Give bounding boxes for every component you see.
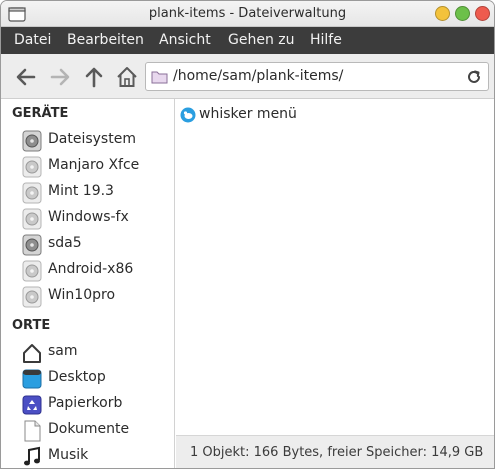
sidebar-item-win10pro[interactable]: Win10pro	[1, 284, 174, 310]
title-bar[interactable]: plank-items - Dateiverwaltung	[1, 1, 494, 27]
window-title: plank-items - Dateiverwaltung	[148, 6, 347, 21]
menu-bearbeiten[interactable]: Bearbeiten	[67, 32, 144, 48]
sidebar-item-label: Windows-fx	[48, 209, 129, 225]
file-label: whisker menü	[199, 106, 297, 122]
sidebar-item-dateisystem[interactable]: Dateisystem	[1, 128, 174, 154]
sidebar-item-android-x86[interactable]: Android-x86	[1, 258, 174, 284]
file-manager-window: plank-items - Dateiverwaltung Datei Bear…	[0, 0, 495, 469]
folder-icon	[151, 71, 168, 84]
drive-icon	[22, 208, 42, 230]
close-button[interactable]	[475, 6, 490, 21]
drive-icon	[22, 130, 42, 152]
menu-gehen-zu[interactable]: Gehen zu	[228, 32, 295, 48]
sidebar-item-label: Musik	[48, 447, 89, 463]
sidebar-item-label: sam	[48, 343, 78, 359]
toolbar: /home/sam/plank-items/	[1, 54, 494, 99]
sidebar-item-label: Android-x86	[48, 261, 134, 277]
devices-heading: GERÄTE	[12, 106, 69, 121]
sidebar: GERÄTE Dateisystem Manjaro Xfce Mint 19.…	[1, 99, 175, 468]
sidebar-item-sam[interactable]: sam	[1, 340, 174, 366]
sidebar-item-mint-19-3[interactable]: Mint 19.3	[1, 180, 174, 206]
drive-icon	[22, 182, 42, 204]
location-path[interactable]: /home/sam/plank-items/	[173, 68, 343, 84]
sidebar-item-musik[interactable]: Musik	[1, 444, 174, 468]
sidebar-item-desktop[interactable]: Desktop	[1, 366, 174, 392]
maximize-button[interactable]	[455, 6, 470, 21]
arrow-right-icon[interactable]	[48, 65, 72, 89]
status-bar: 1 Objekt: 166 Bytes, freier Speicher: 14…	[176, 435, 494, 468]
desktop-icon	[22, 369, 42, 389]
sidebar-item-label: Mint 19.3	[48, 183, 114, 199]
drive-icon	[22, 156, 42, 178]
music-icon	[24, 446, 40, 466]
drive-icon	[22, 286, 42, 308]
reload-icon[interactable]	[465, 68, 483, 86]
xfce-mouse-icon	[180, 107, 196, 123]
menu-bar: Datei Bearbeiten Ansicht Gehen zu Hilfe	[1, 27, 494, 54]
location-bar[interactable]: /home/sam/plank-items/	[145, 62, 489, 91]
trash-icon	[22, 395, 42, 415]
file-item-whisker-menu[interactable]: whisker menü	[180, 106, 340, 126]
drive-icon	[22, 234, 42, 256]
status-text: 1 Objekt: 166 Bytes, freier Speicher: 14…	[190, 445, 484, 460]
menu-ansicht[interactable]: Ansicht	[159, 32, 211, 48]
home-icon[interactable]	[115, 65, 139, 89]
sidebar-item-label: Win10pro	[48, 287, 116, 303]
menu-hilfe[interactable]: Hilfe	[310, 32, 342, 48]
sidebar-item-windows-fx[interactable]: Windows-fx	[1, 206, 174, 232]
sidebar-item-label: Dokumente	[48, 421, 130, 437]
sidebar-item-dokumente[interactable]: Dokumente	[1, 418, 174, 444]
sidebar-item-label: Papierkorb	[48, 395, 123, 411]
sidebar-item-label: sda5	[48, 235, 82, 251]
sidebar-item-papierkorb[interactable]: Papierkorb	[1, 392, 174, 418]
document-icon	[24, 420, 41, 442]
file-view[interactable]: whisker menü	[176, 99, 494, 435]
places-heading: ORTE	[12, 318, 51, 333]
sidebar-item-sda5[interactable]: sda5	[1, 232, 174, 258]
home-icon	[23, 344, 41, 363]
sidebar-item-manjaro-xfce[interactable]: Manjaro Xfce	[1, 154, 174, 180]
sidebar-item-label: Manjaro Xfce	[48, 157, 140, 173]
arrow-left-icon[interactable]	[14, 65, 38, 89]
minimize-button[interactable]	[435, 6, 450, 21]
sidebar-item-label: Desktop	[48, 369, 106, 385]
sidebar-item-label: Dateisystem	[48, 131, 136, 147]
menu-datei[interactable]: Datei	[14, 32, 51, 48]
drive-icon	[22, 260, 42, 282]
arrow-up-icon[interactable]	[82, 65, 106, 89]
